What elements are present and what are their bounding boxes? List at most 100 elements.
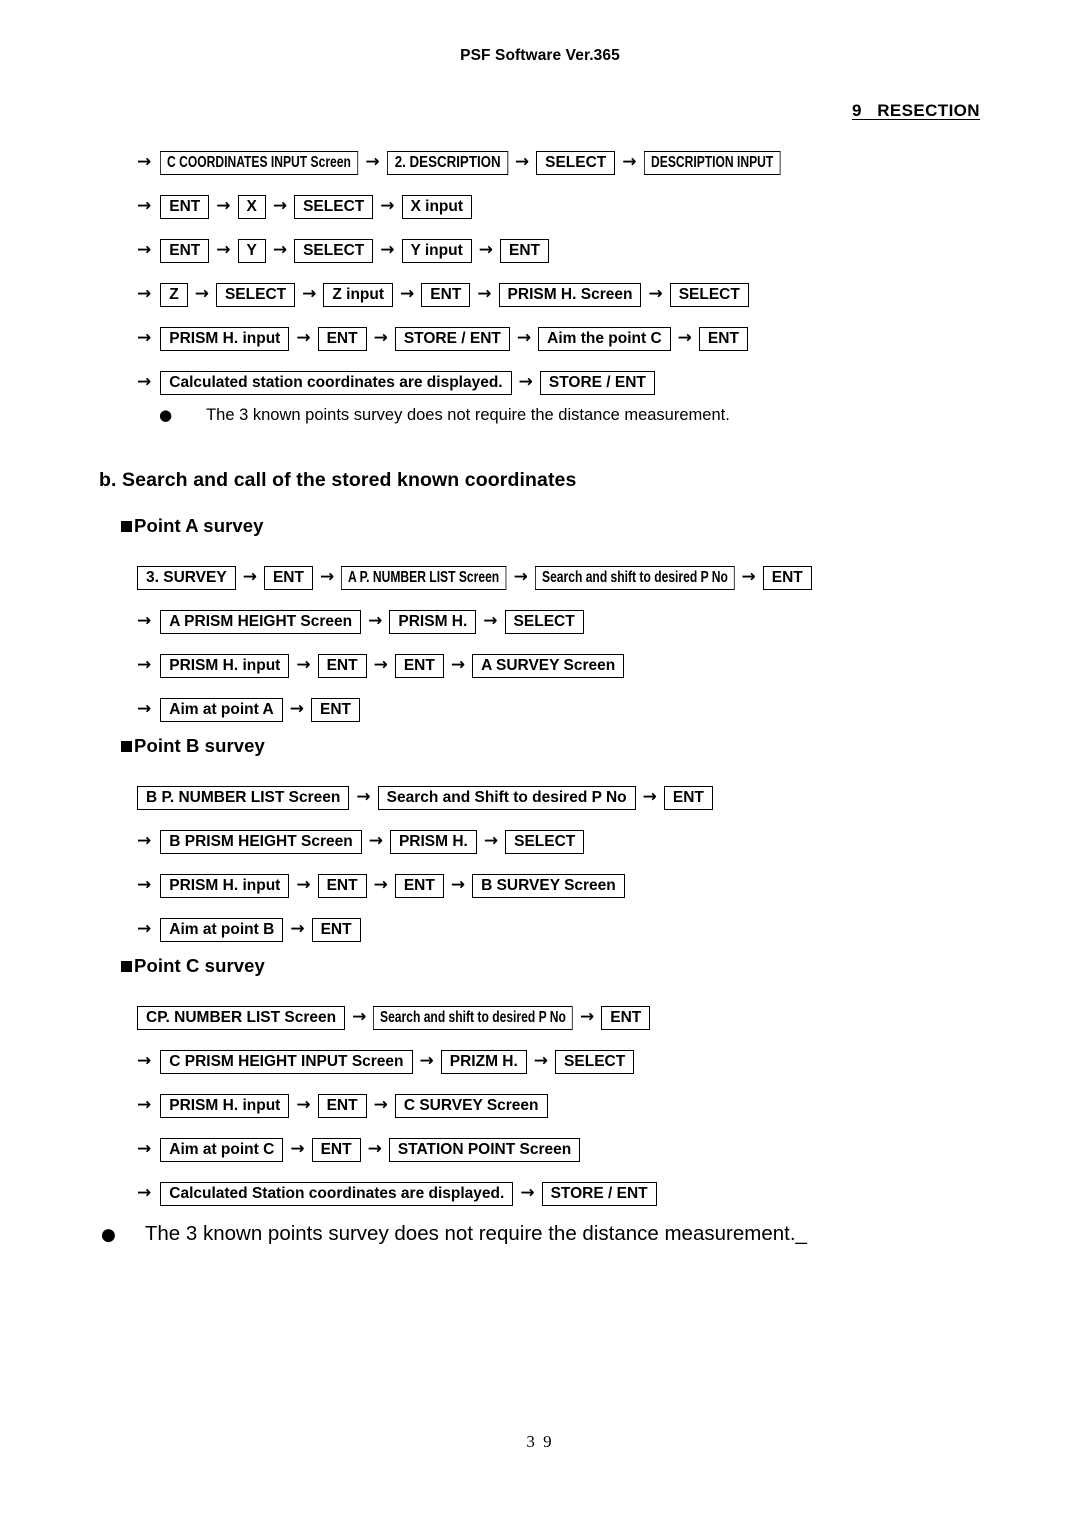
arrow-icon: → <box>516 327 532 348</box>
flow-step-box: STORE / ENT <box>394 326 510 352</box>
arrow-icon: → <box>242 566 257 587</box>
arrow-icon: → <box>373 874 388 895</box>
arrow-icon: → <box>137 698 152 719</box>
arrow-icon: → <box>648 283 663 304</box>
arrow-icon: → <box>368 830 383 851</box>
heading-point-b-survey: Point B survey <box>121 735 265 757</box>
arrow-icon: → <box>518 371 533 392</box>
flow-step-box: STORE / ENT <box>541 1181 657 1207</box>
chapter-title: 9 RESECTION <box>851 101 980 120</box>
flow-step-box: ENT <box>160 194 210 220</box>
arrow-icon: → <box>137 874 152 895</box>
flow-resection-input: → C COORDINATES INPUT Screen → 2. DESCRIPTI… <box>137 141 780 405</box>
arrow-icon: → <box>642 786 657 807</box>
arrow-icon: → <box>137 151 152 172</box>
document-page: PSF Software Ver.365 9 RESECTION → C COOR… <box>0 0 1080 1528</box>
arrow-icon: → <box>677 327 692 348</box>
flow-row: → B PRISM HEIGHT Screen → PRISM H. → SELECT <box>137 820 713 864</box>
flow-step-box: A SURVEY Screen <box>472 653 625 679</box>
flow-step-box: B PRISM HEIGHT Screen <box>160 829 362 855</box>
flow-row: CP. NUMBER LIST Screen → Search and shift … <box>137 996 657 1040</box>
flow-row: → PRISM H. input → ENT → STORE / ENT → Aim the … <box>137 317 780 361</box>
flow-row: → C PRISM HEIGHT INPUT Screen → PRIZM H. → SE… <box>137 1040 657 1084</box>
flow-step-wrapper: DESCRIPTION INPUT <box>643 151 781 176</box>
flow-step-box: Aim at point A <box>160 697 283 723</box>
arrow-icon: → <box>137 1094 152 1115</box>
heading-point-a-survey: Point A survey <box>121 515 264 537</box>
arrow-icon: → <box>137 1050 152 1071</box>
flow-step-wrapper: A P. NUMBER LIST Screen <box>341 566 507 591</box>
arrow-icon: → <box>520 1182 535 1203</box>
arrow-icon: → <box>741 566 756 587</box>
flow-step-box: Y input <box>401 238 472 264</box>
flow-step-box: ENT <box>311 917 361 943</box>
flow-step-box: ENT <box>421 282 471 308</box>
flow-step-box: SELECT <box>669 282 749 308</box>
flow-step-box: SELECT <box>215 282 296 308</box>
bullet-icon: ● <box>159 406 173 424</box>
flow-step-box: PRISM H. <box>389 609 477 635</box>
flow-step-box: C SURVEY Screen <box>394 1093 548 1119</box>
heading-point-c-label: Point C survey <box>134 955 265 976</box>
flow-step-box: CP. NUMBER LIST Screen <box>137 1005 346 1031</box>
flow-step-box: ENT <box>601 1005 651 1031</box>
arrow-icon: → <box>373 327 388 348</box>
note-bottom-text: The 3 known points survey does not requi… <box>144 1222 807 1245</box>
flow-step-box: Y <box>237 238 266 264</box>
flow-step-box: ENT <box>160 238 210 264</box>
bullet-icon: ● <box>101 1225 116 1245</box>
flow-step-box: 3. SURVEY <box>137 565 236 591</box>
flow-step-box: B SURVEY Screen <box>472 873 625 899</box>
flow-row: → Aim at point A → ENT <box>137 688 812 732</box>
arrow-icon: → <box>368 610 383 631</box>
flow-step-box: Search and shift to desired P No <box>373 1006 574 1031</box>
flow-row: → C COORDINATES INPUT Screen → 2. DESCRIPTI… <box>137 141 780 185</box>
flow-step-box: C COORDINATES INPUT Screen <box>160 151 359 176</box>
flow-step-box: ENT <box>317 1093 367 1119</box>
arrow-icon: → <box>356 786 371 807</box>
arrow-icon: → <box>319 566 335 587</box>
flow-step-box: ENT <box>317 873 367 899</box>
flow-step-box: Calculated Station coordinates are displ… <box>160 1181 514 1207</box>
flow-step-box: ENT <box>394 653 444 679</box>
note-top: ● The 3 known points survey does not req… <box>159 406 730 425</box>
arrow-icon: → <box>302 283 317 304</box>
document-running-header: PSF Software Ver.365 <box>460 47 620 64</box>
arrow-icon: → <box>514 151 530 172</box>
arrow-icon: → <box>296 1094 311 1115</box>
arrow-icon: → <box>533 1050 549 1071</box>
flow-step-box: ENT <box>762 565 812 591</box>
flow-point-a: 3. SURVEY → ENT → A P. NUMBER LIST Screen → Se… <box>137 556 812 732</box>
flow-step-box: ENT <box>663 785 713 811</box>
arrow-icon: → <box>365 151 380 172</box>
arrow-icon: → <box>137 283 152 304</box>
flow-step-box: ENT <box>263 565 313 591</box>
flow-row: → ENT → Y → SELECT → Y input → ENT <box>137 229 780 273</box>
flow-step-box: SELECT <box>505 829 585 855</box>
flow-step-box: DESCRIPTION INPUT <box>643 151 780 176</box>
flow-step-box: ENT <box>311 1137 361 1163</box>
flow-row: → A PRISM HEIGHT Screen → PRISM H. → SELECT <box>137 600 812 644</box>
arrow-icon: → <box>450 654 466 675</box>
flow-step-box: Aim the point C <box>538 326 671 352</box>
arrow-icon: → <box>419 1050 434 1071</box>
arrow-icon: → <box>137 1182 152 1203</box>
flow-step-box: C PRISM HEIGHT INPUT Screen <box>160 1049 413 1075</box>
arrow-icon: → <box>367 1138 382 1159</box>
flow-row: B P. NUMBER LIST Screen → Search and Shift… <box>137 776 713 820</box>
arrow-icon: → <box>513 566 528 587</box>
flow-step-wrapper: 2. DESCRIPTION <box>386 151 509 176</box>
arrow-icon: → <box>290 1138 305 1159</box>
flow-row: → PRISM H. input → ENT → ENT → B SURVEY Screen <box>137 864 713 908</box>
heading-section-b: b. Search and call of the stored known c… <box>99 469 577 491</box>
arrow-icon: → <box>272 195 288 216</box>
flow-step-box: PRISM H. input <box>160 873 290 899</box>
arrow-icon: → <box>580 1006 595 1027</box>
flow-step-box: PRISM H. input <box>160 326 290 352</box>
arrow-icon: → <box>216 195 231 216</box>
square-marker-icon <box>121 960 132 972</box>
arrow-icon: → <box>380 239 395 260</box>
flow-step-box: ENT <box>394 873 444 899</box>
flow-step-box: 2. DESCRIPTION <box>386 151 509 176</box>
flow-step-box: Z <box>160 282 188 308</box>
